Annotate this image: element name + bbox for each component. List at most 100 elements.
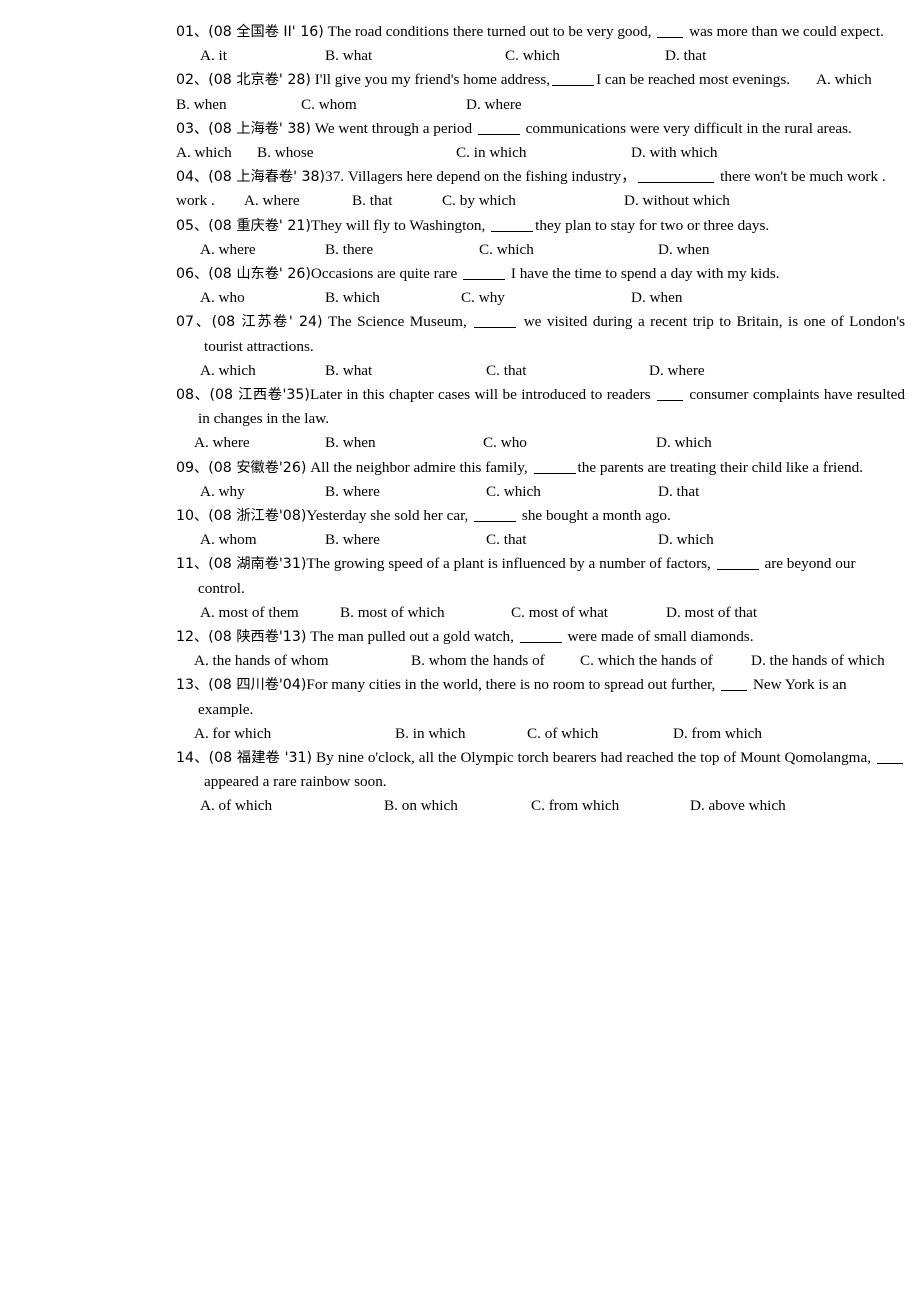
option-13-b[interactable]: B. in which (395, 722, 465, 746)
option-11-c[interactable]: C. most of what (511, 601, 608, 625)
question-block-06: 06、(08 山东卷' 26)Occasions are quite rare … (176, 262, 905, 310)
question-stem-09: 09、(08 安徽卷'26) All the neighbor admire t… (176, 456, 905, 480)
option-03-b[interactable]: B. whose (257, 141, 314, 165)
answer-blank-02[interactable] (552, 85, 595, 87)
question-stem-03: 03、(08 上海卷' 38) We went through a period… (176, 117, 905, 141)
option-03-d[interactable]: D. with which (631, 141, 717, 165)
question-stem-12: 12、(08 陕西卷'13) The man pulled out a gold… (176, 625, 905, 649)
option-07-a[interactable]: A. which (200, 359, 256, 383)
option-10-d[interactable]: D. which (658, 528, 714, 552)
answer-blank-07[interactable] (474, 327, 517, 329)
answer-blank-06[interactable] (463, 278, 506, 280)
question-text-01a: The road conditions there turned out to … (323, 23, 656, 40)
option-04-d[interactable]: D. without which (624, 189, 730, 213)
option-05-d[interactable]: D. when (658, 238, 709, 262)
option-08-a[interactable]: A. where (194, 431, 250, 455)
question-text-07a: The Science Museum, (322, 313, 473, 331)
option-09-d[interactable]: D. that (658, 480, 699, 504)
option-13-a[interactable]: A. for which (194, 722, 271, 746)
option-07-d[interactable]: D. where (649, 359, 705, 383)
question-number-05: 05、 (176, 217, 209, 234)
option-02-d[interactable]: D. where (466, 93, 522, 117)
option-01-a[interactable]: A. it (200, 44, 227, 68)
option-06-a[interactable]: A. who (200, 286, 245, 310)
option-12-d[interactable]: D. the hands of which (751, 649, 885, 673)
question-source-14: (08 福建卷 '31) (208, 749, 313, 766)
option-12-c[interactable]: C. which the hands of (580, 649, 713, 673)
option-08-c[interactable]: C. who (483, 431, 527, 455)
question-stem-08: 08、(08 江西卷'35)Later in this chapter case… (176, 383, 905, 431)
question-stem-04: 04、(08 上海春卷' 38)37. Villagers here depen… (176, 165, 905, 189)
option-12-a[interactable]: A. the hands of whom (194, 649, 329, 673)
option-05-a[interactable]: A. where (200, 238, 256, 262)
question-text-05a: They will fly to Washington, (310, 216, 490, 234)
option-03-c[interactable]: C. in which (456, 141, 526, 165)
option-07-c[interactable]: C. that (486, 359, 527, 383)
option-05-b[interactable]: B. there (325, 238, 373, 262)
answer-blank-12[interactable] (519, 641, 562, 643)
question-block-10: 10、(08 浙江卷'08)Yesterday she sold her car… (176, 504, 905, 552)
option-13-c[interactable]: C. of which (527, 722, 598, 746)
option-06-c[interactable]: C. why (461, 286, 505, 310)
question-source-07: (08 江苏卷' 24) (211, 314, 323, 331)
option-12-b[interactable]: B. whom the hands of (411, 649, 545, 673)
option-07-b[interactable]: B. what (325, 359, 372, 383)
option-11-a[interactable]: A. most of them (200, 601, 299, 625)
option-09-a[interactable]: A. why (200, 480, 245, 504)
option-10-b[interactable]: B. where (325, 528, 380, 552)
question-source-05: (08 重庆卷' 21) (208, 217, 311, 234)
option-14-d[interactable]: D. above which (690, 794, 786, 818)
question-stem-14: 14、(08 福建卷 '31) By nine o'clock, all the… (176, 746, 905, 794)
question-text-02a: I'll give you my friend's home address, (310, 71, 551, 89)
option-01-c[interactable]: C. which (505, 44, 560, 68)
answer-blank-03[interactable] (477, 133, 520, 135)
options-row-14: A. of which B. on which C. from which D.… (176, 794, 905, 818)
option-03-a[interactable]: A. which (176, 141, 232, 165)
option-10-c[interactable]: C. that (486, 528, 527, 552)
option-08-b[interactable]: B. when (325, 431, 376, 455)
option-14-b[interactable]: B. on which (384, 794, 458, 818)
option-02-c[interactable]: C. whom (301, 93, 357, 117)
question-text-06b: I have the time to spend a day with my k… (507, 264, 780, 282)
option-02-a[interactable]: A. which (816, 71, 872, 88)
question-text-02b: I can be reached most evenings. (596, 71, 791, 89)
option-14-c[interactable]: C. from which (531, 794, 619, 818)
option-04-a[interactable]: A. where (244, 189, 300, 213)
option-01-d[interactable]: D. that (665, 44, 706, 68)
answer-blank-01[interactable] (657, 37, 684, 38)
question-source-11: (08 湖南卷'31) (208, 556, 307, 573)
option-09-b[interactable]: B. where (325, 480, 380, 504)
question-number-09: 09、 (176, 459, 209, 476)
answer-blank-05[interactable] (491, 230, 534, 232)
question-source-13: (08 四川卷'04) (208, 677, 307, 694)
option-05-c[interactable]: C. which (479, 238, 534, 262)
option-04-c[interactable]: C. by which (442, 189, 516, 213)
option-11-d[interactable]: D. most of that (666, 601, 757, 625)
options-row-10: A. whom B. where C. that D. which (176, 528, 905, 552)
option-14-a[interactable]: A. of which (200, 794, 272, 818)
answer-blank-13[interactable] (721, 690, 748, 692)
question-stem-07: 07、(08 江苏卷' 24) The Science Museum, we v… (176, 310, 905, 358)
question-stem-13: 13、(08 四川卷'04)For many cities in the wor… (176, 673, 905, 721)
option-02-b[interactable]: B. when (176, 93, 227, 117)
option-01-b[interactable]: B. what (325, 44, 372, 68)
answer-blank-04[interactable] (638, 182, 715, 184)
option-11-b[interactable]: B. most of which (340, 601, 445, 625)
option-09-c[interactable]: C. which (486, 480, 541, 504)
question-text-14b: appeared a rare rainbow soon. (204, 773, 387, 791)
question-source-04: (08 上海春卷' 38) (208, 169, 326, 186)
answer-blank-10[interactable] (474, 520, 517, 522)
option-08-d[interactable]: D. which (656, 431, 712, 455)
option-06-d[interactable]: D. when (631, 286, 682, 310)
option-13-d[interactable]: D. from which (673, 722, 762, 746)
question-number-01: 01、 (176, 24, 209, 40)
option-10-a[interactable]: A. whom (200, 528, 257, 552)
answer-blank-08[interactable] (656, 399, 683, 401)
answer-blank-11[interactable] (716, 569, 759, 571)
question-source-03: (08 上海卷' 38) (208, 120, 311, 137)
answer-blank-09[interactable] (533, 472, 576, 474)
option-04-b[interactable]: B. that (352, 189, 393, 213)
answer-blank-14[interactable] (876, 762, 903, 764)
option-06-b[interactable]: B. which (325, 286, 380, 310)
question-stem-01: 01、(08 全国卷 II' 16) The road conditions t… (176, 20, 905, 44)
